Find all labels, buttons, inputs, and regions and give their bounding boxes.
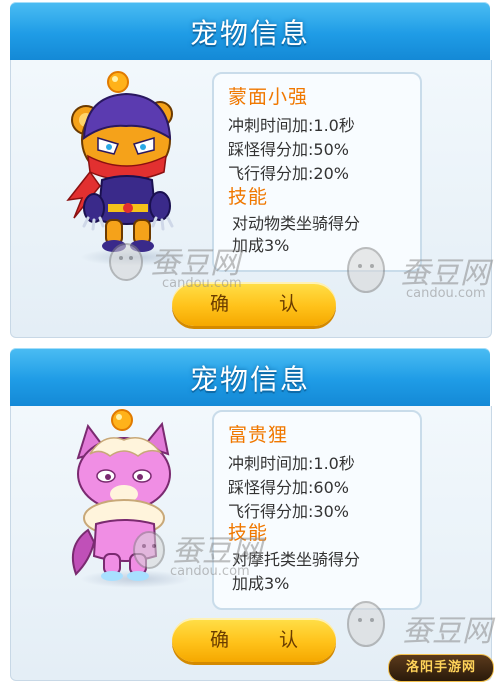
orb-icon: [111, 409, 133, 431]
panel-title: 宠物信息: [189, 363, 310, 396]
pet-info-panel-2: 宠物信息 富贵狸 冲刺时间加:1.0秒 踩怪得分加:60% 飞行得分加:30% …: [10, 348, 492, 681]
panel-header: 宠物信息: [10, 2, 490, 60]
watermark-bean-icon: [347, 601, 385, 647]
stat-stomp-score: 踩怪得分加:50%: [228, 140, 349, 159]
skill-title: 技能: [228, 186, 269, 208]
pet-info-panel-1: 宠物信息 蒙面小强 冲刺时间加:1.0秒 踩怪得分加:50% 飞行得分加:20%…: [10, 2, 492, 338]
watermark-text: 蚕豆网: [402, 614, 492, 649]
pet-name: 富贵狸: [228, 424, 289, 446]
panel-title: 宠物信息: [189, 17, 310, 50]
stat-sprint-time: 冲刺时间加:1.0秒: [228, 454, 355, 473]
pet-portrait-masked-bear-ninja: [66, 71, 174, 252]
site-logo: 洛阳手游网: [388, 654, 494, 682]
skill-description-line-1: 对动物类坐骑得分: [232, 214, 361, 233]
pet-info-box: 富贵狸 冲刺时间加:1.0秒 踩怪得分加:60% 飞行得分加:30% 技能 对摩…: [212, 410, 422, 610]
watermark-url: candou.com: [162, 276, 242, 291]
watermark-bean-icon: [109, 243, 143, 281]
orb-icon: [107, 71, 129, 93]
skill-description-line-2: 加成3%: [232, 236, 290, 255]
pet-info-box: 蒙面小强 冲刺时间加:1.0秒 踩怪得分加:50% 飞行得分加:20% 技能 对…: [212, 72, 422, 272]
panel-header: 宠物信息: [10, 348, 490, 406]
confirm-button[interactable]: 确 认: [172, 618, 336, 662]
confirm-button-label: 确 认: [209, 629, 321, 651]
pet-name: 蒙面小强: [228, 86, 309, 108]
watermark-bean-icon: [347, 247, 385, 293]
stat-stomp-score: 踩怪得分加:60%: [228, 478, 349, 497]
watermark-url: candou.com: [406, 286, 486, 301]
watermark-bean-icon: [133, 531, 165, 569]
site-logo-text: 洛阳手游网: [405, 660, 476, 675]
stat-sprint-time: 冲刺时间加:1.0秒: [228, 116, 355, 135]
watermark-url: candou.com: [170, 564, 250, 579]
stat-flight-score: 飞行得分加:20%: [228, 164, 349, 183]
